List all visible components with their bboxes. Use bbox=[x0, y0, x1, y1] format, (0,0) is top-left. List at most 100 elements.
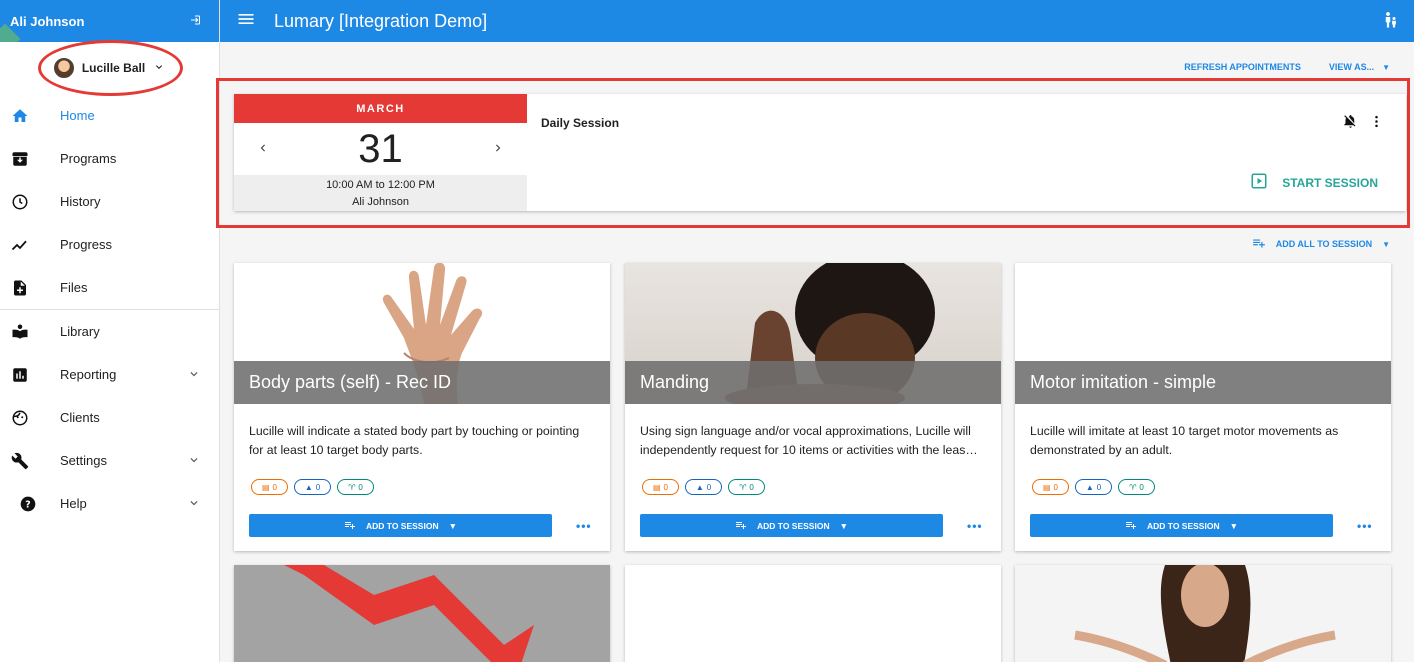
add-to-session-label: ADD TO SESSION bbox=[1147, 520, 1220, 531]
refresh-appointments-button[interactable]: REFRESH APPOINTMENTS bbox=[1184, 62, 1301, 72]
badge-count: 0 bbox=[663, 482, 668, 492]
card-title: Body parts (self) - Rec ID bbox=[234, 361, 610, 404]
sidebar-item-label: Reporting bbox=[60, 367, 117, 382]
sidebar-item-label: Clients bbox=[60, 410, 100, 425]
sidebar-item-clients[interactable]: Clients bbox=[0, 396, 219, 439]
card-badges: ▤ 0 ▲ 0 ♈ 0 bbox=[625, 470, 1001, 508]
appointment-time: 10:00 AM to 12:00 PM bbox=[326, 178, 435, 191]
wrench-icon bbox=[10, 451, 30, 471]
client-selector[interactable]: Lucille Ball bbox=[0, 42, 219, 94]
appointment-day: 31 bbox=[358, 126, 403, 171]
program-card: Body parts (self) - Rec ID Lucille will … bbox=[234, 263, 610, 551]
page-title: Lumary [Integration Demo] bbox=[274, 10, 488, 31]
card-image-child: Manding bbox=[625, 263, 1001, 404]
logout-icon[interactable] bbox=[189, 14, 201, 29]
badge-count: 0 bbox=[1139, 482, 1144, 492]
mastered-badge: ▲ 0 bbox=[294, 479, 331, 495]
sidebar-item-history[interactable]: History bbox=[0, 180, 219, 223]
add-to-session-button[interactable]: ADD TO SESSION ▼ bbox=[640, 514, 943, 537]
trend-icon bbox=[10, 235, 30, 255]
sidebar-item-label: Progress bbox=[60, 237, 113, 252]
trophy-icon: ♈ bbox=[348, 482, 356, 492]
playlist-add-icon bbox=[1252, 236, 1266, 252]
sidebar-item-settings[interactable]: Settings bbox=[0, 439, 219, 482]
sidebar-item-label: Programs bbox=[60, 151, 117, 166]
caret-down-icon: ▼ bbox=[839, 520, 848, 531]
caret-down-icon: ▼ bbox=[1382, 239, 1390, 249]
sidebar-item-label: History bbox=[60, 194, 101, 209]
sidebar-item-library[interactable]: Library bbox=[0, 310, 219, 353]
trials-badge: ▤ 0 bbox=[1032, 479, 1069, 495]
card-description: Lucille will imitate at least 10 target … bbox=[1030, 424, 1339, 457]
chevron-right-icon[interactable] bbox=[491, 139, 505, 160]
sidebar-item-home[interactable]: Home bbox=[0, 94, 219, 137]
trophy-badge: ♈ 0 bbox=[728, 479, 765, 495]
add-to-session-label: ADD TO SESSION bbox=[366, 520, 439, 531]
client-name: Lucille Ball bbox=[81, 61, 146, 75]
family-icon[interactable] bbox=[1382, 10, 1400, 35]
sidebar-item-reporting[interactable]: Reporting bbox=[0, 353, 219, 396]
program-card bbox=[1015, 565, 1391, 662]
chevron-left-icon[interactable] bbox=[256, 139, 270, 160]
day-selector: 31 bbox=[234, 123, 527, 175]
add-all-to-session-button[interactable]: ADD ALL TO SESSION ▼ bbox=[1252, 236, 1390, 252]
sidebar-item-progress[interactable]: Progress bbox=[0, 223, 219, 266]
sidebar-item-help[interactable]: ? Help bbox=[0, 482, 219, 525]
chevron-down-icon[interactable] bbox=[187, 453, 201, 470]
sidebar-item-files[interactable]: Files bbox=[0, 266, 219, 309]
card-actions: ADD TO SESSION ▼ ••• bbox=[249, 514, 595, 537]
view-as-button[interactable]: VIEW AS... ▼ bbox=[1329, 62, 1390, 72]
badge-count: 0 bbox=[272, 482, 277, 492]
appointment-month: MARCH bbox=[234, 94, 527, 123]
shrug-woman-illustration bbox=[1074, 565, 1336, 662]
program-card: Manding Using sign language and/or vocal… bbox=[625, 263, 1001, 551]
card-image-blank: Motor imitation - simple bbox=[1015, 263, 1391, 404]
face-icon bbox=[10, 408, 30, 428]
main-content: REFRESH APPOINTMENTS VIEW AS... ▼ MARCH 3… bbox=[216, 42, 1414, 662]
chevron-down-icon bbox=[153, 61, 165, 76]
trophy-icon: ♈ bbox=[739, 482, 747, 492]
play-box-icon bbox=[1250, 172, 1268, 193]
badge-count: 0 bbox=[706, 482, 712, 492]
more-vert-icon[interactable] bbox=[1369, 114, 1384, 134]
more-horiz-icon[interactable]: ••• bbox=[1357, 519, 1373, 533]
more-horiz-icon[interactable]: ••• bbox=[576, 519, 592, 533]
archive-icon bbox=[10, 149, 30, 169]
start-session-button[interactable]: START SESSION bbox=[1250, 172, 1378, 193]
svg-text:?: ? bbox=[25, 499, 30, 510]
appointment-staff: Ali Johnson bbox=[352, 195, 409, 208]
sidebar-item-label: Library bbox=[60, 324, 100, 339]
bell-off-icon[interactable] bbox=[1343, 114, 1358, 134]
sidebar-item-label: Help bbox=[60, 496, 87, 511]
mastered-badge: ▲ 0 bbox=[1075, 479, 1112, 495]
appointment-toolbar: REFRESH APPOINTMENTS VIEW AS... ▼ bbox=[1184, 62, 1390, 72]
card-actions: ADD TO SESSION ▼ ••• bbox=[1030, 514, 1376, 537]
sidebar: Ali Johnson Lucille Ball Home Programs H… bbox=[0, 0, 220, 662]
menu-icon[interactable] bbox=[236, 9, 256, 34]
view-as-label: VIEW AS... bbox=[1328, 62, 1375, 72]
program-card bbox=[234, 565, 610, 662]
add-to-session-button[interactable]: ADD TO SESSION ▼ bbox=[249, 514, 552, 537]
more-horiz-icon[interactable]: ••• bbox=[967, 519, 983, 533]
mastered-badge: ▲ 0 bbox=[685, 479, 722, 495]
sidebar-item-programs[interactable]: Programs bbox=[0, 137, 219, 180]
sidebar-header: Ali Johnson bbox=[0, 0, 219, 42]
add-all-label: ADD ALL TO SESSION bbox=[1275, 239, 1373, 249]
playlist-add-icon bbox=[735, 519, 747, 533]
chevron-down-icon[interactable] bbox=[187, 367, 201, 384]
sidebar-item-label: Home bbox=[60, 108, 95, 123]
chevron-down-icon[interactable] bbox=[187, 496, 201, 513]
session-name: Daily Session bbox=[541, 116, 620, 130]
school-icon: ▲ bbox=[1085, 482, 1094, 492]
add-to-session-label: ADD TO SESSION bbox=[757, 520, 830, 531]
clock-icon bbox=[10, 192, 30, 212]
card-badges: ▤ 0 ▲ 0 ♈ 0 bbox=[234, 470, 610, 508]
appointment-info: 10:00 AM to 12:00 PM Ali Johnson bbox=[234, 175, 527, 211]
add-to-session-button[interactable]: ADD TO SESSION ▼ bbox=[1030, 514, 1333, 537]
trials-badge: ▤ 0 bbox=[642, 479, 679, 495]
playlist-add-icon bbox=[344, 519, 356, 533]
card-actions: ADD TO SESSION ▼ ••• bbox=[640, 514, 986, 537]
badge-count: 0 bbox=[749, 482, 754, 492]
card-title: Manding bbox=[625, 361, 1001, 404]
home-icon bbox=[10, 106, 30, 126]
